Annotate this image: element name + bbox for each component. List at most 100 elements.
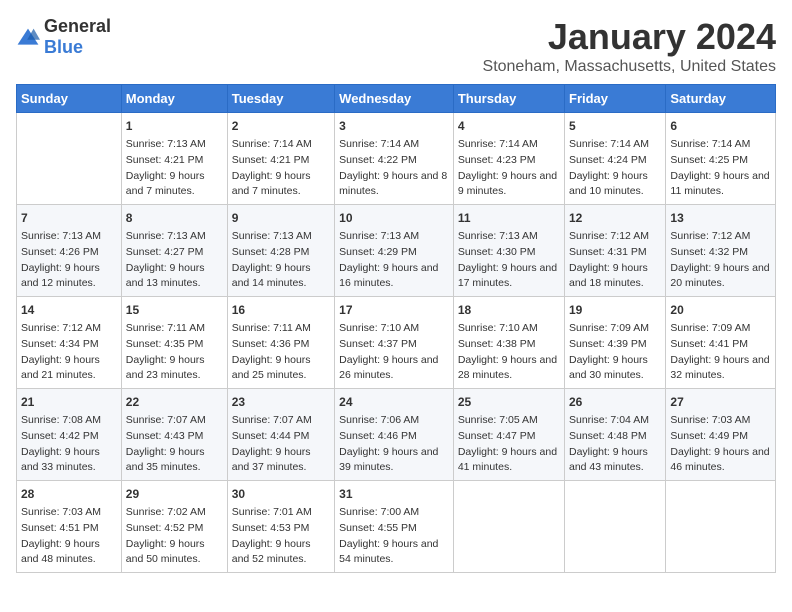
week-row-4: 21Sunrise: 7:08 AMSunset: 4:42 PMDayligh… xyxy=(17,389,776,481)
calendar-cell: 16Sunrise: 7:11 AMSunset: 4:36 PMDayligh… xyxy=(227,297,334,389)
calendar-cell xyxy=(565,481,666,573)
day-number: 13 xyxy=(670,209,771,227)
daylight-text: Daylight: 9 hours and 12 minutes. xyxy=(21,261,117,293)
calendar-cell: 20Sunrise: 7:09 AMSunset: 4:41 PMDayligh… xyxy=(666,297,776,389)
daylight-text: Daylight: 9 hours and 37 minutes. xyxy=(232,445,330,477)
sunset-text: Sunset: 4:37 PM xyxy=(339,337,449,353)
day-number: 11 xyxy=(458,209,560,227)
sunrise-text: Sunrise: 7:01 AM xyxy=(232,505,330,521)
calendar-cell: 31Sunrise: 7:00 AMSunset: 4:55 PMDayligh… xyxy=(335,481,454,573)
day-number: 7 xyxy=(21,209,117,227)
sunrise-text: Sunrise: 7:11 AM xyxy=(232,321,330,337)
day-number: 5 xyxy=(569,117,661,135)
daylight-text: Daylight: 9 hours and 7 minutes. xyxy=(126,169,223,201)
calendar-subtitle: Stoneham, Massachusetts, United States xyxy=(483,58,776,76)
daylight-text: Daylight: 9 hours and 21 minutes. xyxy=(21,353,117,385)
calendar-cell: 7Sunrise: 7:13 AMSunset: 4:26 PMDaylight… xyxy=(17,205,122,297)
sunset-text: Sunset: 4:31 PM xyxy=(569,245,661,261)
calendar-cell: 27Sunrise: 7:03 AMSunset: 4:49 PMDayligh… xyxy=(666,389,776,481)
column-header-saturday: Saturday xyxy=(666,85,776,113)
sunrise-text: Sunrise: 7:12 AM xyxy=(670,229,771,245)
week-row-1: 1Sunrise: 7:13 AMSunset: 4:21 PMDaylight… xyxy=(17,113,776,205)
header-row: SundayMondayTuesdayWednesdayThursdayFrid… xyxy=(17,85,776,113)
day-number: 29 xyxy=(126,485,223,503)
calendar-cell xyxy=(453,481,564,573)
sunset-text: Sunset: 4:47 PM xyxy=(458,429,560,445)
sunset-text: Sunset: 4:27 PM xyxy=(126,245,223,261)
day-number: 27 xyxy=(670,393,771,411)
sunset-text: Sunset: 4:42 PM xyxy=(21,429,117,445)
daylight-text: Daylight: 9 hours and 35 minutes. xyxy=(126,445,223,477)
calendar-table: SundayMondayTuesdayWednesdayThursdayFrid… xyxy=(16,84,776,573)
sunset-text: Sunset: 4:46 PM xyxy=(339,429,449,445)
day-number: 28 xyxy=(21,485,117,503)
sunrise-text: Sunrise: 7:02 AM xyxy=(126,505,223,521)
column-header-thursday: Thursday xyxy=(453,85,564,113)
sunrise-text: Sunrise: 7:11 AM xyxy=(126,321,223,337)
sunset-text: Sunset: 4:30 PM xyxy=(458,245,560,261)
daylight-text: Daylight: 9 hours and 26 minutes. xyxy=(339,353,449,385)
column-header-monday: Monday xyxy=(121,85,227,113)
sunset-text: Sunset: 4:24 PM xyxy=(569,153,661,169)
sunset-text: Sunset: 4:35 PM xyxy=(126,337,223,353)
daylight-text: Daylight: 9 hours and 7 minutes. xyxy=(232,169,330,201)
sunrise-text: Sunrise: 7:07 AM xyxy=(232,413,330,429)
day-number: 31 xyxy=(339,485,449,503)
sunset-text: Sunset: 4:53 PM xyxy=(232,521,330,537)
sunrise-text: Sunrise: 7:14 AM xyxy=(339,137,449,153)
daylight-text: Daylight: 9 hours and 52 minutes. xyxy=(232,537,330,569)
sunrise-text: Sunrise: 7:13 AM xyxy=(458,229,560,245)
sunrise-text: Sunrise: 7:14 AM xyxy=(232,137,330,153)
calendar-cell: 19Sunrise: 7:09 AMSunset: 4:39 PMDayligh… xyxy=(565,297,666,389)
calendar-cell: 25 Sunrise: 7:05 AMSunset: 4:47 PMDayligh… xyxy=(453,389,564,481)
calendar-cell: 14Sunrise: 7:12 AMSunset: 4:34 PMDayligh… xyxy=(17,297,122,389)
sunrise-text: Sunrise: 7:14 AM xyxy=(458,137,560,153)
day-number: 25 xyxy=(458,393,560,411)
day-number: 9 xyxy=(232,209,330,227)
sunset-text: Sunset: 4:48 PM xyxy=(569,429,661,445)
sunset-text: Sunset: 4:36 PM xyxy=(232,337,330,353)
daylight-text: Daylight: 9 hours and 17 minutes. xyxy=(458,261,560,293)
daylight-text: Daylight: 9 hours and 8 minutes. xyxy=(339,169,449,201)
sunrise-text: Sunrise: 7:06 AM xyxy=(339,413,449,429)
sunrise-text: Sunrise: 7:13 AM xyxy=(232,229,330,245)
daylight-text: Daylight: 9 hours and 23 minutes. xyxy=(126,353,223,385)
day-number: 23 xyxy=(232,393,330,411)
daylight-text: Daylight: 9 hours and 13 minutes. xyxy=(126,261,223,293)
day-number: 6 xyxy=(670,117,771,135)
logo-icon xyxy=(16,27,40,47)
calendar-cell: 5 Sunrise: 7:14 AMSunset: 4:24 PMDaylight… xyxy=(565,113,666,205)
sunrise-text: Sunrise: 7:14 AM xyxy=(569,137,661,153)
sunset-text: Sunset: 4:44 PM xyxy=(232,429,330,445)
sunrise-text: Sunrise: 7:13 AM xyxy=(339,229,449,245)
daylight-text: Daylight: 9 hours and 10 minutes. xyxy=(569,169,661,201)
sunrise-text: Sunrise: 7:03 AM xyxy=(670,413,771,429)
calendar-cell xyxy=(666,481,776,573)
calendar-cell: 26Sunrise: 7:04 AMSunset: 4:48 PMDayligh… xyxy=(565,389,666,481)
header: General Blue January 2024 Stoneham, Mass… xyxy=(16,16,776,76)
sunrise-text: Sunrise: 7:14 AM xyxy=(670,137,771,153)
calendar-cell: 23 Sunrise: 7:07 AMSunset: 4:44 PMDayligh… xyxy=(227,389,334,481)
logo: General Blue xyxy=(16,16,111,58)
sunrise-text: Sunrise: 7:05 AM xyxy=(458,413,560,429)
day-number: 26 xyxy=(569,393,661,411)
day-number: 17 xyxy=(339,301,449,319)
daylight-text: Daylight: 9 hours and 39 minutes. xyxy=(339,445,449,477)
column-header-tuesday: Tuesday xyxy=(227,85,334,113)
calendar-cell: 9Sunrise: 7:13 AMSunset: 4:28 PMDaylight… xyxy=(227,205,334,297)
day-number: 3 xyxy=(339,117,449,135)
day-number: 20 xyxy=(670,301,771,319)
calendar-cell xyxy=(17,113,122,205)
daylight-text: Daylight: 9 hours and 41 minutes. xyxy=(458,445,560,477)
sunset-text: Sunset: 4:38 PM xyxy=(458,337,560,353)
sunset-text: Sunset: 4:22 PM xyxy=(339,153,449,169)
calendar-cell: 30Sunrise: 7:01 AMSunset: 4:53 PMDayligh… xyxy=(227,481,334,573)
sunrise-text: Sunrise: 7:12 AM xyxy=(21,321,117,337)
column-header-sunday: Sunday xyxy=(17,85,122,113)
day-number: 12 xyxy=(569,209,661,227)
daylight-text: Daylight: 9 hours and 11 minutes. xyxy=(670,169,771,201)
calendar-cell: 10Sunrise: 7:13 AMSunset: 4:29 PMDayligh… xyxy=(335,205,454,297)
daylight-text: Daylight: 9 hours and 16 minutes. xyxy=(339,261,449,293)
logo-general: General xyxy=(44,16,111,36)
calendar-cell: 28Sunrise: 7:03 AMSunset: 4:51 PMDayligh… xyxy=(17,481,122,573)
